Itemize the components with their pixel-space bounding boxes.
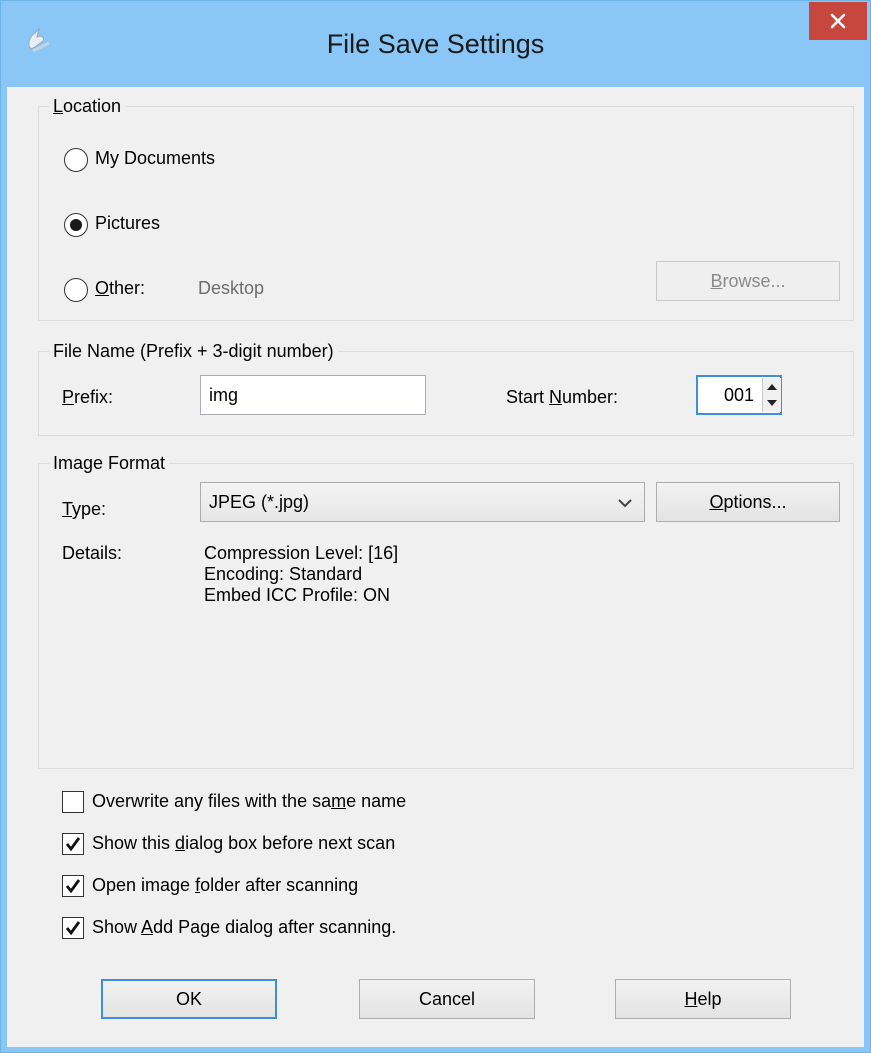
- radio-my-documents-label[interactable]: My Documents: [95, 148, 215, 169]
- spin-down-icon[interactable]: [763, 395, 781, 412]
- spin-up-icon[interactable]: [763, 378, 781, 395]
- location-legend: Location: [53, 96, 122, 116]
- chevron-down-icon: [618, 499, 632, 508]
- radio-pictures[interactable]: [64, 213, 88, 237]
- window-title: File Save Settings: [326, 29, 545, 59]
- checkmark-icon: [65, 921, 81, 936]
- other-path-value: Desktop: [198, 278, 265, 298]
- details-label: Details:: [62, 543, 123, 563]
- details-line: Encoding: Standard: [204, 564, 363, 584]
- show-dialog-label[interactable]: Show this dialog box before next scan: [92, 833, 395, 854]
- open-folder-checkbox[interactable]: [62, 875, 84, 897]
- type-selected-value: JPEG (*.jpg): [209, 492, 310, 512]
- add-page-label[interactable]: Show Add Page dialog after scanning.: [92, 917, 396, 938]
- file-name-legend: File Name (Prefix + 3-digit number): [53, 341, 334, 361]
- prefix-label: Prefix:: [62, 387, 114, 407]
- scanner-app-icon: [28, 27, 50, 53]
- file-save-settings-window: File Save Settings Location My Documents…: [0, 0, 871, 1053]
- type-label: Type:: [62, 499, 107, 519]
- cancel-button[interactable]: Cancel: [359, 979, 535, 1019]
- close-button[interactable]: [809, 2, 867, 40]
- open-folder-label[interactable]: Open image folder after scanning: [92, 875, 358, 896]
- title-bar[interactable]: File Save Settings: [1, 1, 870, 87]
- prefix-input[interactable]: [200, 375, 426, 415]
- overwrite-label[interactable]: Overwrite any files with the same name: [92, 791, 406, 812]
- start-number-label: Start Number:: [506, 387, 619, 407]
- checkmark-icon: [65, 879, 81, 894]
- close-icon: [830, 13, 846, 29]
- add-page-checkbox[interactable]: [62, 917, 84, 939]
- ok-button[interactable]: OK: [101, 979, 277, 1019]
- radio-other[interactable]: [64, 278, 88, 302]
- type-dropdown[interactable]: JPEG (*.jpg): [200, 482, 645, 522]
- overwrite-checkbox[interactable]: [62, 791, 84, 813]
- options-button[interactable]: Options...: [656, 482, 840, 522]
- checkmark-icon: [65, 837, 81, 852]
- radio-my-documents[interactable]: [64, 148, 88, 172]
- details-line: Compression Level: [16]: [204, 543, 399, 563]
- radio-other-label[interactable]: Other:: [95, 278, 145, 299]
- browse-button[interactable]: Browse...: [656, 261, 840, 301]
- show-dialog-checkbox[interactable]: [62, 833, 84, 855]
- details-line: Embed ICC Profile: ON: [204, 585, 391, 605]
- dialog-client-area: Location My Documents Pictures Other: De…: [7, 87, 864, 1047]
- image-format-legend: Image Format: [53, 453, 166, 473]
- help-button[interactable]: Help: [615, 979, 791, 1019]
- start-number-stepper[interactable]: [762, 378, 781, 412]
- radio-pictures-label[interactable]: Pictures: [95, 213, 160, 234]
